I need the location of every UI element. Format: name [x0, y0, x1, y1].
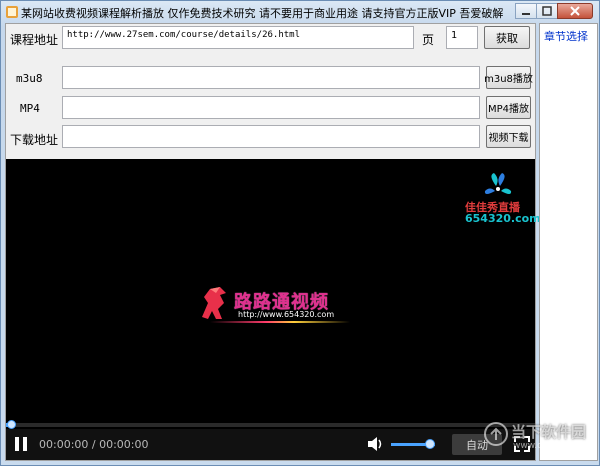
minimize-button[interactable] [515, 3, 537, 19]
pause-icon[interactable] [12, 435, 30, 453]
close-icon [570, 6, 580, 16]
chapter-panel[interactable]: 章节选择 [539, 23, 598, 461]
brand-url: http://www.654320.com [238, 310, 335, 319]
watermark-url: www.downxia.com [513, 441, 597, 451]
course-url-label: 课程地址 [10, 33, 59, 47]
title-bar: 某网站收费视频课程解析播放 仅作免费技术研究 请不要用于商业用途 请支持官方正版… [1, 1, 599, 23]
video-download-button[interactable]: 视频下载 [486, 125, 531, 148]
download-url-label: 下载地址 [10, 133, 59, 147]
minimize-icon [522, 13, 530, 15]
m3u8-input[interactable] [62, 66, 480, 89]
maximize-icon [542, 6, 552, 16]
mp4-play-button[interactable]: MP4播放 [486, 96, 531, 119]
m3u8-label: m3u8 [16, 72, 43, 85]
control-bar: 00:00:00 / 00:00:00 自动 [6, 429, 535, 460]
chapter-select-title: 章节选择 [544, 30, 588, 43]
brand-logo: 路路通视频 http://www.654320.com [198, 279, 358, 331]
brand-underline [210, 321, 350, 323]
volume-handle[interactable] [425, 439, 435, 449]
download-url-input[interactable] [62, 125, 480, 148]
mp4-input[interactable] [62, 96, 480, 119]
mp4-label: MP4 [20, 102, 40, 115]
app-icon [6, 6, 18, 18]
app-window: 某网站收费视频课程解析播放 仅作免费技术研究 请不要用于商业用途 请支持官方正版… [0, 0, 600, 466]
time-display: 00:00:00 / 00:00:00 [39, 438, 149, 451]
maximize-button[interactable] [536, 3, 558, 19]
watermark-logo-icon [484, 422, 508, 446]
course-url-input[interactable]: http://www.27sem.com/course/details/26.h… [62, 26, 414, 49]
window-title: 某网站收费视频课程解析播放 仅作免费技术研究 请不要用于商业用途 请支持官方正版… [21, 7, 504, 20]
page-input[interactable]: 1 [446, 26, 478, 49]
progress-bar[interactable] [6, 420, 535, 429]
volume-icon[interactable] [367, 436, 385, 452]
close-button[interactable] [557, 3, 593, 19]
video-player[interactable]: 佳佳秀直播 654320.com 路路通视频 http://www.654320… [6, 159, 541, 460]
m3u8-play-button[interactable]: m3u8播放 [484, 66, 533, 89]
caption-buttons [515, 3, 593, 19]
corner-logo-number: 654320.com [465, 212, 541, 225]
page-label: 页 [422, 33, 435, 47]
progress-handle[interactable] [7, 420, 16, 429]
horse-icon [202, 287, 226, 319]
watermark-text: 当下软件园 [511, 423, 587, 441]
main-panel: 课程地址 http://www.27sem.com/course/details… [5, 23, 541, 461]
fetch-button[interactable]: 获取 [484, 26, 530, 49]
watermark: 当下软件园 www.downxia.com [483, 419, 599, 461]
